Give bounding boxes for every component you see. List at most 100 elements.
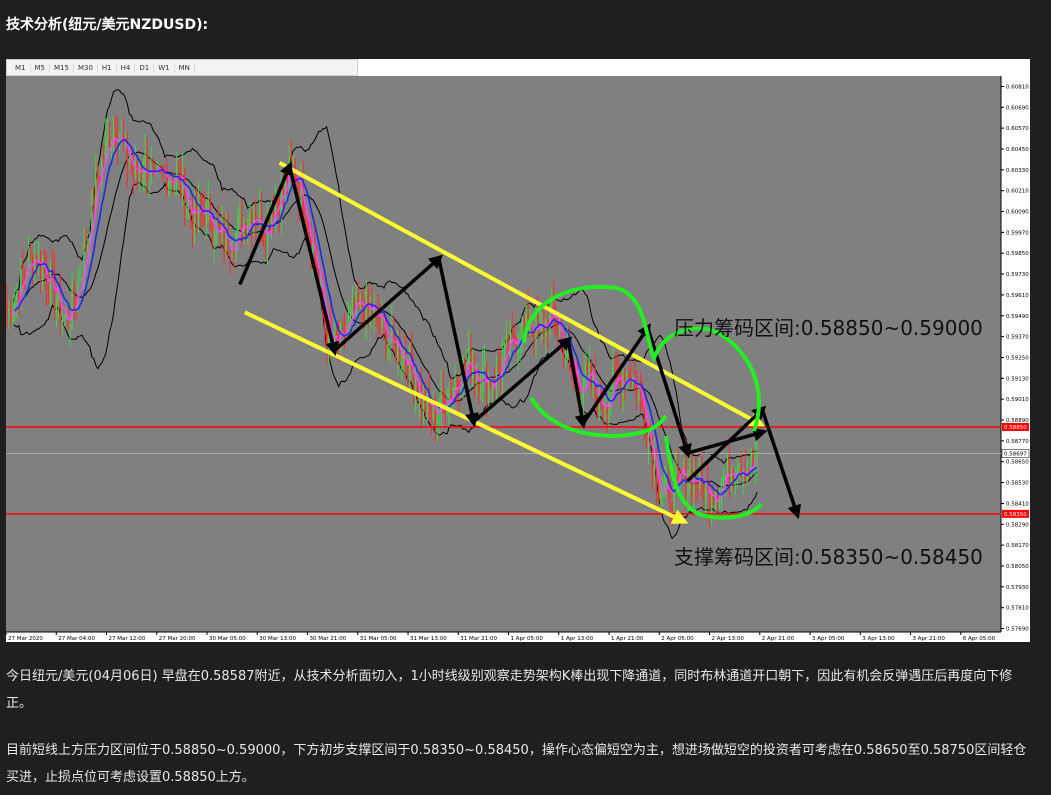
candle-body — [505, 337, 508, 344]
candle-body — [140, 172, 142, 177]
candle-body — [71, 284, 73, 325]
timeframe-toolbar: M1 M5 M15 M30 H1 H4 D1 W1 MN — [6, 59, 358, 76]
x-tick-label: 30 Mar 21:00 — [310, 636, 347, 642]
candle-body — [474, 369, 476, 380]
x-tick-label: 1 Apr 13:00 — [561, 636, 594, 642]
candle-body — [16, 292, 18, 300]
candle-body — [602, 408, 604, 411]
x-tick-label: 3 Apr 13:00 — [862, 636, 895, 642]
x-tick-label: 31 Mar 13:00 — [410, 636, 447, 642]
candle-body — [187, 201, 190, 207]
candle-body — [73, 284, 75, 302]
candle-body — [130, 167, 133, 169]
candle-body — [468, 347, 470, 364]
price-chart: 0.60810 0.60690 0.60570 0.60450 0.60330 0.602… — [6, 76, 1030, 642]
y-tick-label: 0.60330 — [1006, 168, 1029, 174]
y-tick-label: 0.59490 — [1006, 314, 1029, 320]
timeframe-button-w1[interactable]: W1 — [154, 63, 175, 72]
timeframe-button-m15[interactable]: M15 — [50, 63, 74, 72]
red-level-tag-label: 0.58350 — [1004, 512, 1027, 518]
candle-body — [705, 481, 707, 502]
candle-body — [744, 469, 746, 482]
candle-body — [610, 396, 612, 399]
candle-body — [503, 343, 506, 358]
candle-body — [442, 387, 444, 399]
candle-body — [645, 433, 648, 446]
candle-body — [724, 474, 727, 477]
candle-body — [237, 217, 239, 232]
candle-body — [272, 211, 275, 218]
y-tick-label: 0.58410 — [1006, 501, 1029, 507]
candle-body — [710, 499, 713, 511]
candle-body — [296, 182, 298, 187]
candle-body — [556, 331, 559, 335]
candle-body — [479, 390, 482, 392]
candle-body — [606, 407, 608, 414]
timeframe-button-m1[interactable]: M1 — [11, 63, 31, 72]
candle-body — [69, 324, 71, 326]
timeframe-button-m5[interactable]: M5 — [31, 63, 50, 72]
candle-body — [99, 177, 101, 181]
candle-body — [87, 238, 89, 251]
candle-body — [466, 363, 468, 369]
candle-body — [541, 322, 543, 324]
timeframe-button-m30[interactable]: M30 — [74, 63, 98, 72]
candle-body — [154, 168, 156, 170]
candle-body — [511, 330, 513, 332]
candle-body — [523, 317, 525, 323]
x-tick-label: 3 Apr 05:00 — [812, 636, 845, 642]
candle-body — [55, 302, 58, 312]
candle-body — [132, 168, 134, 175]
candle-body — [349, 310, 352, 319]
candle-body — [756, 459, 758, 461]
x-tick-label: 1 Apr 05:00 — [511, 636, 544, 642]
candle-body — [185, 206, 188, 217]
x-tick-label: 31 Mar 05:00 — [360, 636, 397, 642]
timeframe-button-d1[interactable]: D1 — [135, 63, 155, 72]
candle-body — [168, 181, 170, 195]
candle-body — [142, 174, 144, 177]
y-tick-label: 0.57810 — [1006, 606, 1029, 612]
candle-body — [93, 190, 95, 207]
candle-body — [525, 305, 527, 323]
timeframe-button-mn[interactable]: MN — [175, 63, 195, 72]
candle-body — [738, 465, 740, 472]
candle-body — [41, 264, 44, 277]
x-tick-label: 31 Mar 21:00 — [460, 636, 497, 642]
candle-body — [290, 157, 292, 162]
y-tick-label: 0.59610 — [1006, 293, 1029, 299]
candle-body — [63, 316, 65, 318]
candle-body — [211, 230, 213, 244]
candle-body — [604, 407, 606, 411]
y-tick-label: 0.60450 — [1006, 147, 1029, 153]
candle-body — [379, 322, 381, 328]
timeframe-button-h1[interactable]: H1 — [98, 63, 117, 72]
y-tick-label: 0.59730 — [1006, 272, 1029, 278]
candle-body — [424, 390, 427, 413]
candle-body — [249, 213, 251, 226]
candle-body — [179, 171, 182, 196]
candle-body — [114, 127, 117, 137]
chart-container: M1 M5 M15 M30 H1 H4 D1 W1 MN 0.60810 0.60690 0.605… — [6, 59, 1030, 642]
candle-body — [387, 343, 389, 354]
candle-body — [679, 469, 681, 472]
candle-body — [233, 254, 235, 256]
x-tick-label: 1 Apr 21:00 — [611, 636, 644, 642]
candle-body — [740, 465, 742, 477]
candle-body — [207, 200, 210, 202]
candle-body — [456, 379, 458, 384]
candle-body — [24, 272, 26, 275]
y-tick-label: 0.58650 — [1006, 460, 1029, 466]
candle-body — [104, 138, 107, 161]
timeframe-button-h4[interactable]: H4 — [117, 63, 136, 72]
candle-body — [79, 280, 81, 282]
candle-body — [736, 471, 738, 475]
analysis-paragraph-1: 今日纽元/美元(04月06日) 早盘在0.58587附近，从技术分析面切入，1小… — [6, 669, 1013, 711]
y-tick-label: 0.58050 — [1006, 564, 1029, 570]
candle-body — [464, 358, 466, 369]
candle-body — [106, 136, 109, 139]
candle-body — [197, 199, 200, 219]
current-price-label: 0.58697 — [1004, 452, 1027, 458]
analysis-paragraph-2: 目前短线上方压力区间位于0.58850~0.59000，下方初步支撑区间于0.5… — [6, 743, 1027, 785]
x-tick-label: 30 Mar 13:00 — [259, 636, 296, 642]
